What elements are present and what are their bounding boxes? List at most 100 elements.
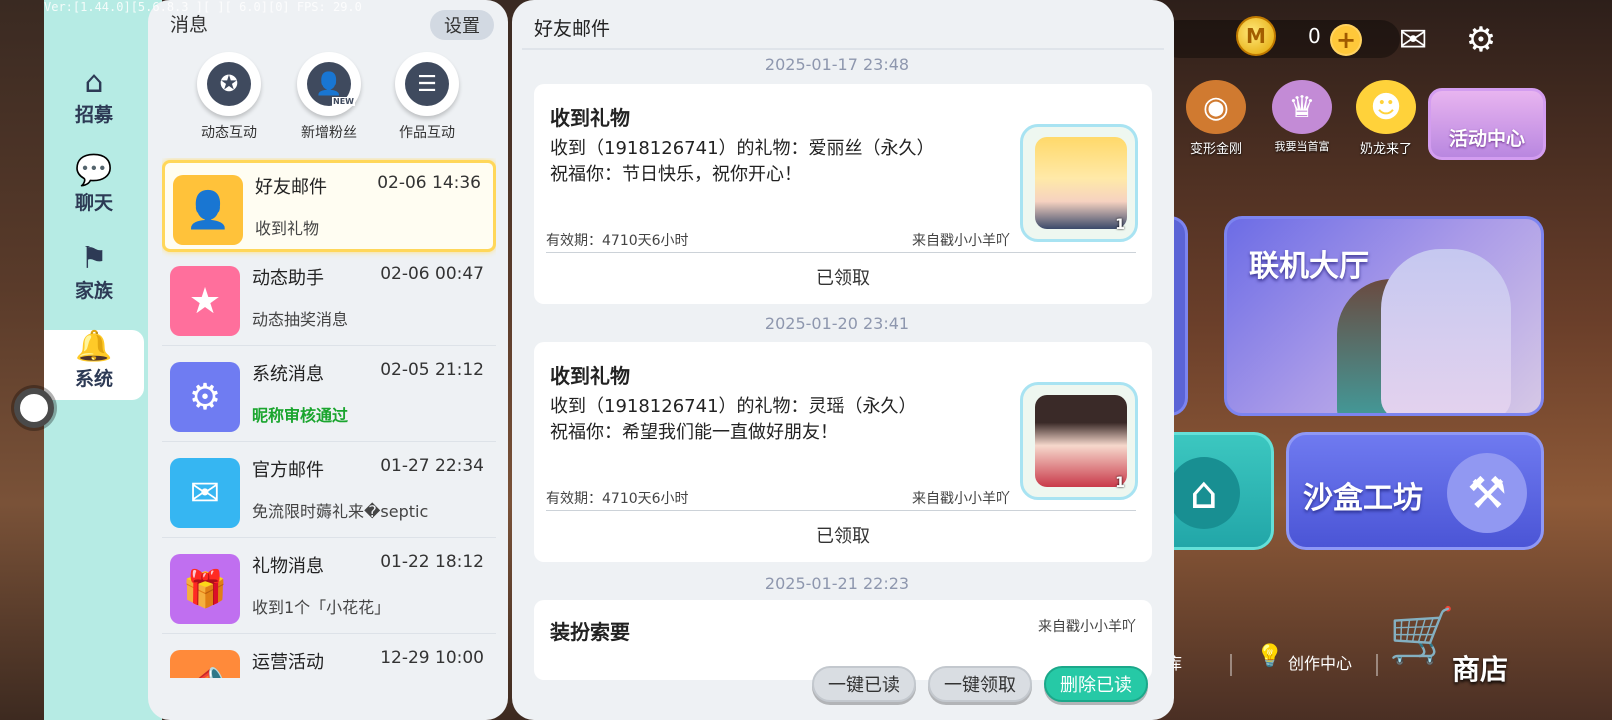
- row-sub: 收到1个「小花花」: [252, 598, 391, 617]
- nav-chat[interactable]: 💬 聊天: [44, 154, 144, 224]
- row-title: 动态助手: [252, 268, 324, 289]
- mail-line: 祝福你：希望我们能一直做好朋友！: [550, 422, 838, 443]
- mail-card: 收到礼物 收到（1918126741）的礼物：灵瑶（永久） 祝福你：希望我们能一…: [534, 342, 1152, 562]
- divider: [546, 510, 1136, 511]
- mail-date: 2025-01-20 23:41: [764, 314, 910, 333]
- add-coins-button[interactable]: +: [1330, 24, 1362, 56]
- transformers-icon: ◉: [1186, 80, 1246, 134]
- claim-all-button[interactable]: 一键领取: [928, 666, 1032, 702]
- row-time: 01-27 22:34: [380, 456, 484, 476]
- expiry-text: 有效期：4710天6小时: [546, 491, 689, 507]
- gift-item-thumbnail[interactable]: 1: [1020, 124, 1138, 242]
- row-time: 01-22 18:12: [380, 552, 484, 572]
- star-bubble-icon: ✪: [207, 62, 251, 106]
- row-title: 官方邮件: [252, 460, 324, 481]
- character-art: [1381, 249, 1511, 413]
- nav-family[interactable]: ⚑ 家族: [44, 242, 144, 312]
- shop-button[interactable]: 🛒 商店: [1388, 604, 1528, 686]
- activity-nailong[interactable]: ☻ 奶龙来了: [1346, 80, 1426, 166]
- nav-label: 家族: [74, 280, 113, 302]
- activity-center-button[interactable]: 活动中心: [1428, 88, 1546, 160]
- quick-dynamic-interaction[interactable]: ✪ 动态互动: [184, 52, 274, 142]
- settings-button[interactable]: 设置: [430, 10, 494, 40]
- list-item-friend-mail[interactable]: 👤 好友邮件 02-06 14:36 收到礼物: [162, 160, 496, 252]
- shop-label: 商店: [1452, 653, 1509, 686]
- left-nav: ⌂ 招募 💬 聊天 ⚑ 家族 🔔 系统: [44, 0, 162, 720]
- claimed-status: 已领取: [816, 268, 870, 289]
- lobby-label: 联机大厅: [1249, 249, 1369, 284]
- bulb-icon: 💡: [1256, 644, 1284, 669]
- sandbox-card[interactable]: 沙盒工坊 ⚒: [1286, 432, 1544, 550]
- row-title: 礼物消息: [252, 556, 324, 577]
- avatar: [1035, 395, 1127, 487]
- debug-overlay: Ver:[1.44.0][5.6.8.3 ][ ][ 6.0][0] FPS: …: [44, 0, 362, 14]
- lobby-card[interactable]: 联机大厅: [1224, 216, 1544, 416]
- quick-label: 新增粉丝: [301, 125, 357, 141]
- list-item-dynamic-assistant[interactable]: ★ 动态助手 02-06 00:47 动态抽奖消息: [162, 254, 496, 346]
- row-sub: 动态抽奖消息: [252, 310, 349, 329]
- quick-work-interaction[interactable]: ☰ 作品互动: [382, 52, 472, 142]
- nav-label: 系统: [74, 368, 113, 390]
- currency-bar: + M 0 + ✉ ⚙: [1136, 12, 1612, 62]
- envelope-icon: ✉: [170, 458, 240, 528]
- mail-card: 收到礼物 收到（1918126741）的礼物：爱丽丝（永久） 祝福你：节日快乐，…: [534, 84, 1152, 304]
- megaphone-icon: 📣: [170, 650, 240, 678]
- friend-mail-icon: 👤: [173, 175, 243, 245]
- chat-bubble-icon: 💬: [75, 153, 113, 188]
- mailbox-icon[interactable]: ✉: [1392, 20, 1434, 60]
- list-item-operations[interactable]: 📣 运营活动 12-29 10:00: [162, 638, 496, 678]
- item-count: 1: [1115, 217, 1125, 233]
- list-item-official-mail[interactable]: ✉ 官方邮件 01-27 22:34 免流限时薅礼来�septic: [162, 446, 496, 538]
- message-list: 👤 好友邮件 02-06 14:36 收到礼物 ★ 动态助手 02-06 00:…: [162, 158, 496, 678]
- quick-label: 作品互动: [399, 125, 455, 141]
- row-time: 02-06 14:36: [377, 173, 481, 193]
- mail-heading: 收到礼物: [550, 364, 630, 388]
- panel-title: 消息: [170, 14, 209, 36]
- divider: [522, 48, 1164, 50]
- activity-transformers[interactable]: ◉ 变形金刚: [1176, 80, 1256, 166]
- nav-system[interactable]: 🔔 系统: [44, 330, 144, 400]
- claimed-status: 已领取: [816, 526, 870, 547]
- hammer-icon: ⚒: [1447, 453, 1527, 533]
- row-title: 运营活动: [252, 652, 324, 673]
- sender-text: 来自戳小小羊吖: [912, 233, 1010, 249]
- mail-line: 收到（1918126741）的礼物：爱丽丝（永久）: [550, 138, 935, 159]
- creator-center-link[interactable]: 创作中心: [1288, 650, 1352, 674]
- expiry-text: 有效期：4710天6小时: [546, 233, 689, 249]
- sender-text: 来自戳小小羊吖: [912, 491, 1010, 507]
- mail-panel-title: 好友邮件: [534, 18, 611, 40]
- list-icon: ☰: [405, 62, 449, 106]
- messages-panel: 消息 设置 ✪ 动态互动 👤 NEW 新增粉丝 ☰ 作品互动 👤 好友邮件 02…: [148, 0, 508, 720]
- row-sub: 免流限时薅礼来�septic: [252, 502, 429, 521]
- quick-new-followers[interactable]: 👤 NEW 新增粉丝: [284, 52, 374, 142]
- nav-label: 招募: [74, 104, 113, 126]
- nav-label: 聊天: [74, 192, 113, 214]
- quick-label: 动态互动: [201, 125, 257, 141]
- flag-icon: ⚑: [80, 241, 108, 276]
- bottom-bar: 库 💡 创作中心: [1140, 640, 1612, 690]
- coin-icon: M: [1236, 16, 1276, 56]
- row-title: 系统消息: [252, 364, 324, 385]
- nav-recruit[interactable]: ⌂ 招募: [44, 66, 144, 136]
- nailong-icon: ☻: [1356, 80, 1416, 134]
- delete-read-button[interactable]: 删除已读: [1044, 666, 1148, 702]
- sender-text: 来自戳小小羊吖: [1038, 619, 1136, 635]
- read-all-button[interactable]: 一键已读: [812, 666, 916, 702]
- sandbox-label: 沙盒工坊: [1303, 481, 1423, 516]
- list-item-system-message[interactable]: ⚙ 系统消息 02-05 21:12 昵称审核通过: [162, 350, 496, 442]
- item-count: 1: [1115, 475, 1125, 491]
- bell-icon: 🔔: [75, 329, 113, 364]
- row-time: 12-29 10:00: [380, 648, 484, 668]
- floating-assistant-ball[interactable]: [14, 388, 54, 428]
- new-badge: NEW: [332, 97, 355, 106]
- gift-item-thumbnail[interactable]: 1: [1020, 382, 1138, 500]
- row-time: 02-06 00:47: [380, 264, 484, 284]
- activity-richest[interactable]: ♛ 我要当首富: [1262, 80, 1342, 166]
- avatar: [1035, 137, 1127, 229]
- mail-line: 祝福你：节日快乐，祝你开心！: [550, 164, 802, 185]
- activity-label: 奶龙来了: [1359, 142, 1412, 157]
- divider: [546, 252, 1136, 253]
- house-icon: ⌂: [1168, 457, 1240, 529]
- gear-icon[interactable]: ⚙: [1460, 20, 1502, 60]
- list-item-gift-message[interactable]: 🎁 礼物消息 01-22 18:12 收到1个「小花花」: [162, 542, 496, 634]
